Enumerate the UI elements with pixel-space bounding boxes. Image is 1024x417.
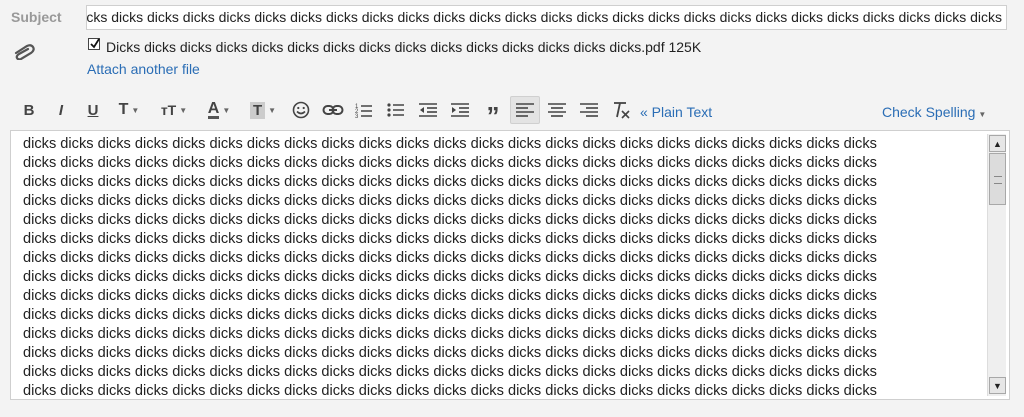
checkmark-icon	[90, 38, 100, 49]
align-right-button[interactable]	[576, 96, 602, 124]
quote-button[interactable]: ”	[480, 96, 506, 130]
font-face-button[interactable]: T ▼	[114, 96, 144, 124]
quote-icon: ”	[486, 101, 500, 131]
chevron-down-icon: ▼	[131, 105, 140, 115]
indent-more-button[interactable]	[448, 96, 472, 124]
scroll-down-button[interactable]: ▼	[989, 377, 1006, 394]
subject-label: Subject	[11, 9, 62, 25]
align-right-icon	[580, 103, 598, 117]
attachment-filename: Dicks dicks dicks dicks dicks dicks dick…	[106, 39, 702, 55]
message-body-text[interactable]: dicks dicks dicks dicks dicks dicks dick…	[23, 135, 983, 399]
grip-icon	[994, 176, 1002, 184]
align-center-button[interactable]	[544, 96, 570, 124]
underline-button[interactable]: U	[82, 96, 104, 124]
arrow-up-icon: ▲	[993, 138, 1002, 149]
check-spelling-label: Check Spelling	[882, 104, 976, 120]
paperclip-icon	[14, 44, 35, 60]
remove-formatting-icon	[614, 102, 630, 119]
numbered-list-icon: 123	[355, 104, 372, 118]
chevron-down-icon: ▼	[978, 110, 987, 119]
font-size-button[interactable]: тT ▼	[156, 96, 192, 124]
chevron-down-icon: ▼	[179, 105, 188, 115]
font-color-button[interactable]: A ▼	[202, 96, 236, 124]
indent-less-icon	[419, 103, 437, 117]
align-center-icon	[548, 103, 566, 117]
numbered-list-button[interactable]: 123	[352, 96, 376, 124]
scrollbar-thumb[interactable]	[989, 153, 1006, 205]
formatting-toolbar: B I U T ▼ тT ▼ A ▼ T ▼ 123 ”	[10, 96, 1010, 130]
remove-formatting-button[interactable]	[608, 96, 634, 124]
align-left-icon	[516, 103, 534, 117]
indent-more-icon	[451, 103, 469, 117]
editor-scrollbar[interactable]: ▲ ▼	[987, 134, 1006, 396]
attach-another-file-link[interactable]: Attach another file	[87, 61, 200, 77]
align-left-button[interactable]	[510, 96, 540, 124]
message-editor[interactable]: dicks dicks dicks dicks dicks dicks dick…	[10, 130, 1010, 400]
bold-button[interactable]: B	[18, 96, 40, 124]
chevron-down-icon: ▼	[268, 105, 277, 115]
chevron-down-icon: ▼	[222, 105, 231, 115]
arrow-down-icon: ▼	[993, 380, 1002, 391]
bulleted-list-icon	[387, 103, 404, 117]
indent-less-button[interactable]	[416, 96, 440, 124]
svg-text:3: 3	[355, 114, 359, 118]
scroll-up-button[interactable]: ▲	[989, 135, 1006, 152]
emoticon-button[interactable]	[290, 96, 312, 124]
italic-button[interactable]: I	[50, 96, 72, 124]
plain-text-link[interactable]: « Plain Text	[640, 104, 712, 120]
smiley-icon	[292, 101, 310, 119]
highlight-color-button[interactable]: T ▼	[246, 96, 280, 124]
subject-input[interactable]: dicks dicks dicks dicks dicks dicks dick…	[86, 5, 1007, 30]
check-spelling-button[interactable]: Check Spelling ▼	[882, 104, 986, 120]
link-icon	[322, 105, 344, 115]
attachment-checkbox[interactable]	[88, 38, 100, 50]
bulleted-list-button[interactable]	[384, 96, 408, 124]
link-button[interactable]	[320, 96, 346, 124]
